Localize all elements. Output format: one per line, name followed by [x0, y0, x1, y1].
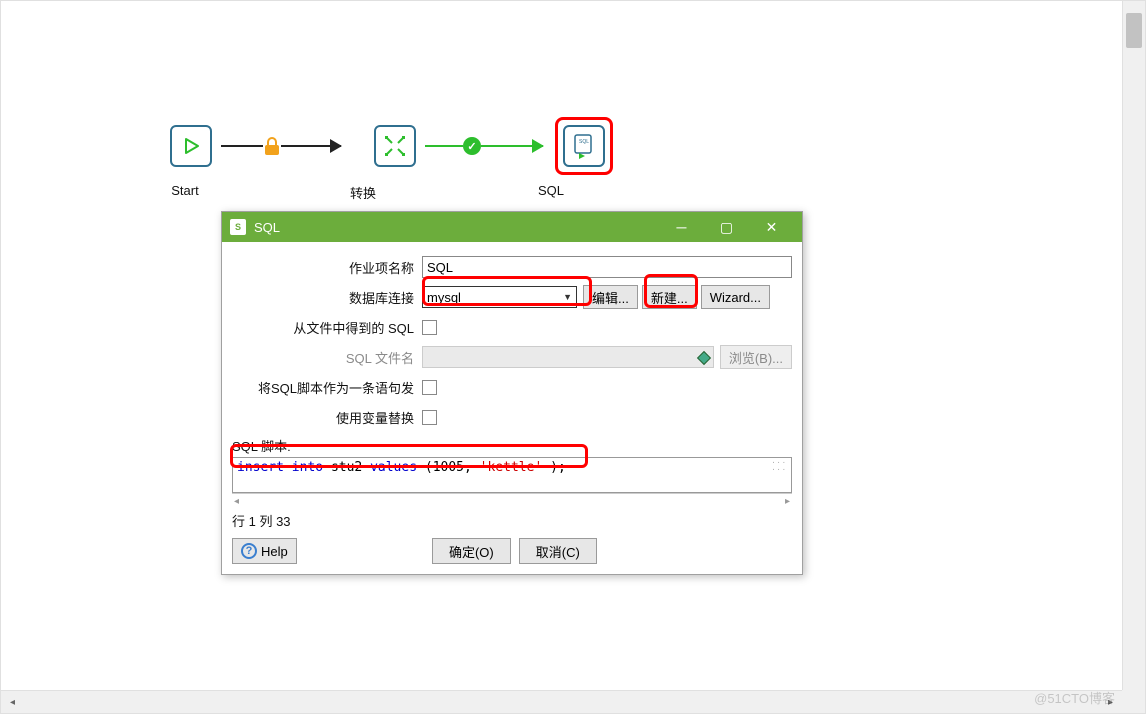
- single-statement-label: 将SQL脚本作为一条语句发: [232, 378, 422, 397]
- wizard-button[interactable]: Wizard...: [701, 285, 770, 309]
- dialog-icon: S: [230, 219, 246, 235]
- sql-filename-input: [422, 346, 714, 368]
- sql-from-file-checkbox[interactable]: [422, 320, 437, 335]
- dialog-title: SQL: [254, 220, 659, 235]
- node-start-label: Start: [161, 183, 209, 202]
- help-label: Help: [261, 544, 288, 559]
- var-replace-checkbox[interactable]: [422, 410, 437, 425]
- sql-dialog: S SQL ─ ▢ ✕ 作业项名称 数据库连接 mysql ▼ 编: [221, 211, 803, 575]
- minimize-button[interactable]: ─: [659, 212, 704, 242]
- ok-button[interactable]: 确定(O): [432, 538, 511, 564]
- workflow-canvas: ✓ SQL Start 转换 SQL: [161, 121, 613, 202]
- new-connection-button[interactable]: 新建...: [642, 285, 697, 309]
- browse-button: 浏览(B)...: [720, 345, 792, 369]
- edit-connection-button[interactable]: 编辑...: [583, 285, 638, 309]
- sql-kw: into: [292, 460, 323, 475]
- single-statement-checkbox[interactable]: [422, 380, 437, 395]
- job-name-label: 作业项名称: [232, 258, 422, 277]
- node-sql[interactable]: SQL: [563, 125, 605, 167]
- highlight-box-sql-node: SQL: [555, 117, 613, 175]
- svg-text:SQL: SQL: [579, 139, 589, 145]
- sql-filename-label: SQL 文件名: [232, 348, 422, 367]
- dialog-titlebar[interactable]: S SQL ─ ▢ ✕: [222, 212, 802, 242]
- play-icon: [181, 136, 201, 156]
- close-button[interactable]: ✕: [749, 212, 794, 242]
- cursor-position: 行 1 列 33: [232, 511, 792, 530]
- sql-string: 'kettle': [480, 460, 543, 475]
- scroll-right-icon[interactable]: ▸: [1099, 691, 1122, 714]
- connector: [221, 145, 263, 147]
- help-icon: ?: [241, 543, 257, 559]
- textarea-h-scrollbar[interactable]: ◂▸: [232, 493, 792, 509]
- node-transform-label: 转换: [339, 183, 387, 202]
- sql-text: (1005,: [425, 460, 472, 475]
- scrollbar-corner: [1122, 690, 1145, 713]
- transform-icon: [383, 134, 407, 158]
- node-start[interactable]: [161, 125, 221, 167]
- resize-grip-icon: ······: [771, 460, 787, 474]
- connector: [281, 145, 341, 147]
- scrollbar-thumb[interactable]: [1126, 13, 1142, 48]
- scroll-left-icon[interactable]: ◂: [1, 691, 24, 714]
- job-name-input[interactable]: [422, 256, 792, 278]
- var-replace-label: 使用变量替换: [232, 408, 422, 427]
- sql-from-file-label: 从文件中得到的 SQL: [232, 318, 422, 337]
- sql-script-textarea[interactable]: insert into stu2 values (1005, 'kettle' …: [232, 457, 792, 493]
- connector: [425, 145, 463, 147]
- check-icon: ✓: [463, 137, 481, 155]
- sql-text: stu2: [331, 460, 370, 475]
- connector: [481, 145, 543, 147]
- page-v-scrollbar[interactable]: [1122, 1, 1145, 690]
- db-connection-value: mysql: [427, 290, 563, 305]
- node-sql-label: SQL: [521, 183, 581, 202]
- sql-kw: values: [370, 460, 417, 475]
- chevron-down-icon: ▼: [563, 292, 572, 302]
- sql-script-icon: SQL: [571, 133, 597, 159]
- maximize-button[interactable]: ▢: [704, 212, 749, 242]
- node-transform[interactable]: [365, 125, 425, 167]
- page-h-scrollbar[interactable]: ◂ ▸: [1, 690, 1122, 713]
- sql-text: );: [550, 460, 566, 475]
- cancel-button[interactable]: 取消(C): [519, 538, 597, 564]
- sql-script-label: SQL 脚本:: [232, 436, 792, 455]
- db-connection-label: 数据库连接: [232, 288, 422, 307]
- variable-indicator-icon: [697, 351, 711, 365]
- db-connection-select[interactable]: mysql ▼: [422, 286, 577, 308]
- sql-kw: insert: [237, 460, 284, 475]
- lock-icon: [263, 137, 281, 155]
- help-button[interactable]: ? Help: [232, 538, 297, 564]
